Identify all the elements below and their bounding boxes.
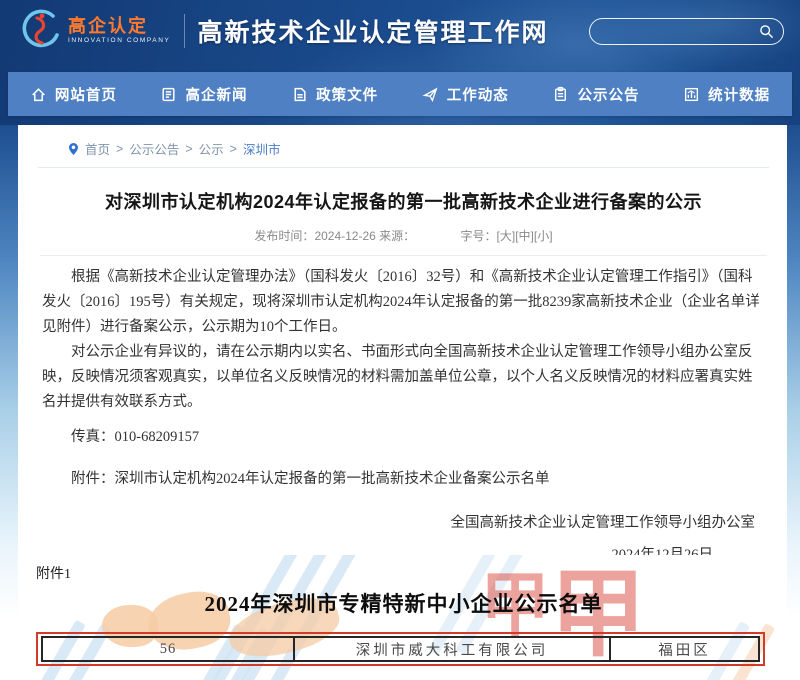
breadcrumb-announcements[interactable]: 公示公告 [129, 139, 179, 158]
nav-label: 统计数据 [708, 84, 770, 105]
highlighted-table-row: 56 深圳市威大科工有限公司 福田区 [36, 632, 765, 666]
article-body: 根据《高新技术企业认定管理办法》（国科发火〔2016〕32号）和《高新技术企业认… [20, 256, 787, 568]
nav-label: 高企新闻 [185, 84, 247, 105]
nav-item-updates[interactable]: 工作动态 [422, 84, 509, 105]
table-cell-company: 深圳市威大科工有限公司 [293, 638, 609, 660]
home-icon [30, 86, 47, 103]
fontsize-controls: 字号：[大][中][小] [461, 229, 553, 243]
logo-subtitle: INNOVATION COMPANY [68, 38, 170, 45]
right-gradient-strip [787, 125, 800, 617]
location-pin-icon [68, 142, 79, 156]
paragraph: 根据《高新技术企业认定管理办法》（国科发火〔2016〕32号）和《高新技术企业认… [42, 265, 765, 340]
site-title: 高新技术企业认定管理工作网 [197, 13, 548, 49]
attachment-link-line[interactable]: 附件：深圳市认定机构2024年认定报备的第一批高新技术企业备案公示名单 [42, 467, 765, 492]
search-input[interactable] [602, 24, 759, 38]
main-nav: 网站首页 高企新闻 政策文件 [8, 72, 792, 116]
attachment-number-label: 附件1 [36, 563, 71, 583]
fontsize-label: 字号： [461, 229, 497, 243]
nav-label: 公示公告 [577, 84, 639, 105]
logo-divider [184, 14, 185, 48]
send-icon [422, 86, 439, 103]
signature-office: 全国高新技术企业认定管理工作领导小组办公室 [42, 511, 765, 536]
fax-line: 传真：010-68209157 [42, 425, 765, 450]
breadcrumb-publicity[interactable]: 公示 [199, 139, 224, 158]
source-label: 来源： [379, 229, 415, 243]
clipboard-icon [552, 86, 569, 103]
publish-time-label: 发布时间： [254, 229, 314, 243]
publish-date: 2024-12-26 [314, 229, 375, 243]
breadcrumb: 首页 > 公示公告 > 公示 > 深圳市 [20, 125, 787, 167]
divider [38, 167, 769, 168]
nav-item-statistics[interactable]: 统计数据 [683, 84, 770, 105]
top-bar: 高企认定 INNOVATION COMPANY 高新技术企业认定管理工作网 [0, 0, 800, 62]
breadcrumb-shenzhen[interactable]: 深圳市 [243, 139, 281, 158]
site-header: 高企认定 INNOVATION COMPANY 高新技术企业认定管理工作网 [0, 0, 800, 125]
fontsize-small-button[interactable]: [小] [534, 229, 553, 243]
paragraph: 对公示企业有异议的，请在公示期内以实名、书面形式向全国高新技术企业认定管理工作领… [42, 340, 765, 415]
table-cell-district: 福田区 [609, 638, 758, 660]
attachment-scan: 甲甲 附件1 2024年深圳市专精特新中小企业公示名单 56 深圳市威大科工有限… [20, 555, 787, 680]
table-row: 56 深圳市威大科工有限公司 福田区 [41, 636, 760, 662]
page: 高企认定 INNOVATION COMPANY 高新技术企业认定管理工作网 [0, 0, 800, 680]
content-card: 首页 > 公示公告 > 公示 > 深圳市 对深圳市认定机构2024年认定报备的第… [20, 125, 787, 680]
logo-title: 高企认定 [68, 17, 170, 35]
logo-text: 高企认定 INNOVATION COMPANY [68, 17, 170, 45]
nav-item-home[interactable]: 网站首页 [30, 84, 117, 105]
policy-doc-icon [291, 86, 308, 103]
search-box[interactable] [589, 18, 784, 45]
logo-swirl-icon [16, 7, 62, 55]
breadcrumb-separator: > [230, 142, 237, 156]
nav-item-announcements[interactable]: 公示公告 [552, 84, 639, 105]
attachment-title: 2024年深圳市专精特新中小企业公示名单 [20, 588, 787, 618]
nav-item-policy[interactable]: 政策文件 [291, 84, 378, 105]
article-title: 对深圳市认定机构2024年认定报备的第一批高新技术企业进行备案的公示 [50, 188, 757, 214]
breadcrumb-separator: > [116, 142, 123, 156]
search-icon[interactable] [759, 24, 774, 39]
site-logo[interactable]: 高企认定 INNOVATION COMPANY [16, 7, 170, 55]
article-meta: 发布时间：2024-12-26 来源： 字号：[大][中][小] [20, 227, 787, 244]
table-cell-number: 56 [43, 638, 293, 660]
news-icon [160, 86, 177, 103]
nav-label: 网站首页 [55, 84, 117, 105]
nav-label: 政策文件 [316, 84, 378, 105]
breadcrumb-home[interactable]: 首页 [85, 139, 110, 158]
nav-label: 工作动态 [447, 84, 509, 105]
left-gradient-strip [0, 125, 18, 617]
fontsize-medium-button[interactable]: [中] [515, 229, 534, 243]
nav-item-news[interactable]: 高企新闻 [160, 84, 247, 105]
breadcrumb-separator: > [185, 142, 192, 156]
fontsize-large-button[interactable]: [大] [497, 229, 516, 243]
stats-icon [683, 86, 700, 103]
